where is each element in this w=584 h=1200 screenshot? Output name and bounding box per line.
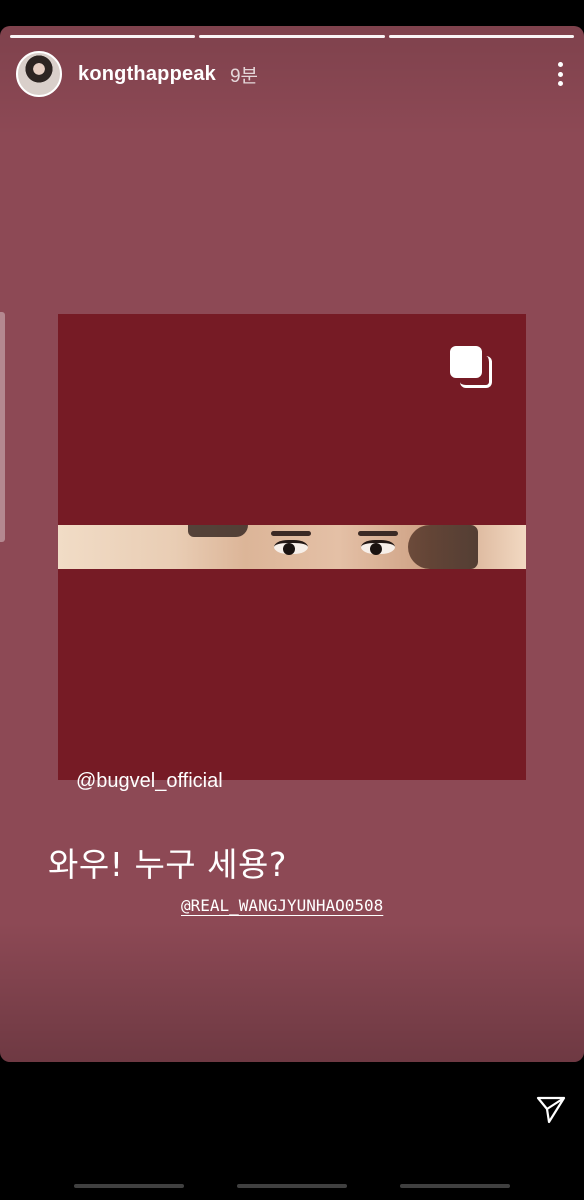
story-viewer[interactable]: kongthappeak 9분 @bugvel_official 와우! 누구 … <box>0 26 584 1062</box>
eye-left <box>274 540 308 555</box>
hair-left <box>188 525 248 537</box>
dot <box>557 62 563 67</box>
instagram-story-screen: kongthappeak 9분 @bugvel_official 와우! 누구 … <box>0 0 584 1200</box>
nav-bar <box>74 1184 184 1188</box>
story-caption: 와우! 누구 세용? <box>48 845 287 884</box>
eye-right <box>361 540 395 555</box>
story-header: kongthappeak 9분 <box>16 48 568 100</box>
avatar[interactable] <box>16 51 62 97</box>
eyebrow-right <box>358 531 398 536</box>
system-nav-hint <box>0 1184 584 1188</box>
hair-right <box>408 525 478 569</box>
dot <box>557 71 563 77</box>
user-tag[interactable]: @REAL_WANGJYUNHAO0508 <box>181 896 383 915</box>
username[interactable]: kongthappeak <box>78 63 216 86</box>
send-paper-plane-icon[interactable] <box>535 1093 567 1125</box>
side-handle <box>0 312 5 542</box>
post-time: 9분 <box>229 65 259 87</box>
progress-segment <box>10 35 196 38</box>
multiple-posts-icon <box>450 346 492 388</box>
progress-segment <box>388 35 574 38</box>
nav-bar <box>400 1184 510 1188</box>
nav-bar <box>237 1184 347 1188</box>
post-author-mention[interactable]: @bugvel_official <box>76 770 223 793</box>
eyebrow-left <box>271 531 311 536</box>
more-options-icon[interactable] <box>552 60 568 88</box>
multiple-posts-icon-front <box>450 346 482 378</box>
dot <box>557 81 563 86</box>
eyes-photo-strip <box>58 525 526 569</box>
bottom-shade <box>0 922 584 1062</box>
shared-post[interactable] <box>58 314 526 780</box>
progress-segment <box>199 35 385 38</box>
story-progress-bar <box>10 35 574 38</box>
